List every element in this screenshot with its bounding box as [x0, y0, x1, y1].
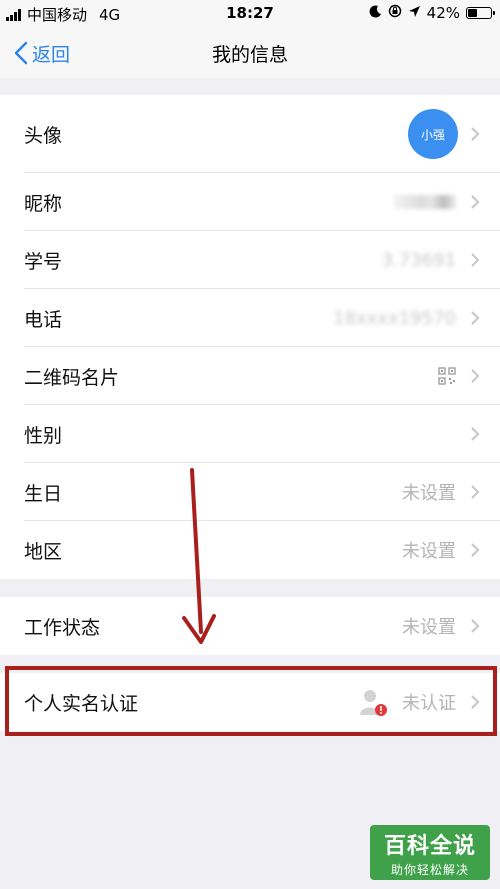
nickname-label: 昵称 — [24, 192, 63, 215]
annotation-highlight-box — [5, 666, 497, 736]
chevron-right-icon — [471, 253, 480, 267]
work-group: 工作状态 未设置 — [0, 597, 500, 655]
chevron-right-icon — [471, 543, 480, 557]
qrcode-label: 二维码名片 — [24, 366, 120, 389]
row-phone[interactable]: 电话 18xxxx19570 — [0, 289, 500, 347]
gender-label: 性别 — [24, 424, 63, 447]
phone-value: 18xxxx19570 — [333, 307, 456, 329]
work-status-value: 未设置 — [402, 617, 456, 638]
qr-code-icon — [438, 367, 456, 385]
chevron-right-icon — [471, 485, 480, 499]
status-bar: 中国移动 4G 18:27 42% — [0, 0, 500, 28]
phone-label: 电话 — [24, 308, 63, 331]
status-right: 42% — [369, 4, 495, 22]
row-work-status[interactable]: 工作状态 未设置 — [0, 597, 500, 655]
watermark-title: 百科全说 — [383, 834, 476, 859]
work-status-label: 工作状态 — [24, 616, 101, 639]
region-value: 未设置 — [402, 541, 456, 562]
student-id-label: 学号 — [24, 250, 63, 273]
battery-percent: 42% — [426, 4, 460, 22]
row-avatar[interactable]: 头像 小强 — [0, 95, 500, 173]
region-label: 地区 — [24, 540, 63, 563]
student-id-value: 3.73691 — [381, 249, 456, 271]
avatar: 小强 — [408, 109, 458, 159]
chevron-right-icon — [471, 619, 480, 633]
chevron-right-icon — [471, 311, 480, 325]
chevron-right-icon — [471, 369, 480, 383]
nickname-value-blurred — [394, 195, 456, 209]
page-title: 我的信息 — [211, 44, 288, 66]
row-nickname[interactable]: 昵称 — [0, 173, 500, 231]
watermark-logo: 百科全说 助你轻松解决 — [370, 825, 490, 880]
row-region[interactable]: 地区 未设置 — [0, 521, 500, 579]
moon-icon — [369, 4, 382, 22]
row-gender[interactable]: 性别 — [0, 405, 500, 463]
row-student-id[interactable]: 学号 3.73691 — [0, 231, 500, 289]
birthday-label: 生日 — [24, 482, 63, 505]
chevron-right-icon — [471, 427, 480, 441]
chevron-right-icon — [471, 127, 480, 141]
rotation-lock-icon — [388, 4, 402, 22]
battery-icon — [466, 7, 495, 19]
location-icon — [408, 4, 421, 22]
row-qrcode[interactable]: 二维码名片 — [0, 347, 500, 405]
profile-group: 头像 小强 昵称 学号 3.73691 电话 18xxxx19570 二维码名片 — [0, 95, 500, 579]
birthday-value: 未设置 — [402, 483, 456, 504]
row-birthday[interactable]: 生日 未设置 — [0, 463, 500, 521]
watermark-subtitle: 助你轻松解决 — [390, 863, 469, 877]
nav-bar: 返回 我的信息 — [0, 28, 500, 78]
avatar-label: 头像 — [24, 124, 63, 147]
chevron-right-icon — [471, 195, 480, 209]
